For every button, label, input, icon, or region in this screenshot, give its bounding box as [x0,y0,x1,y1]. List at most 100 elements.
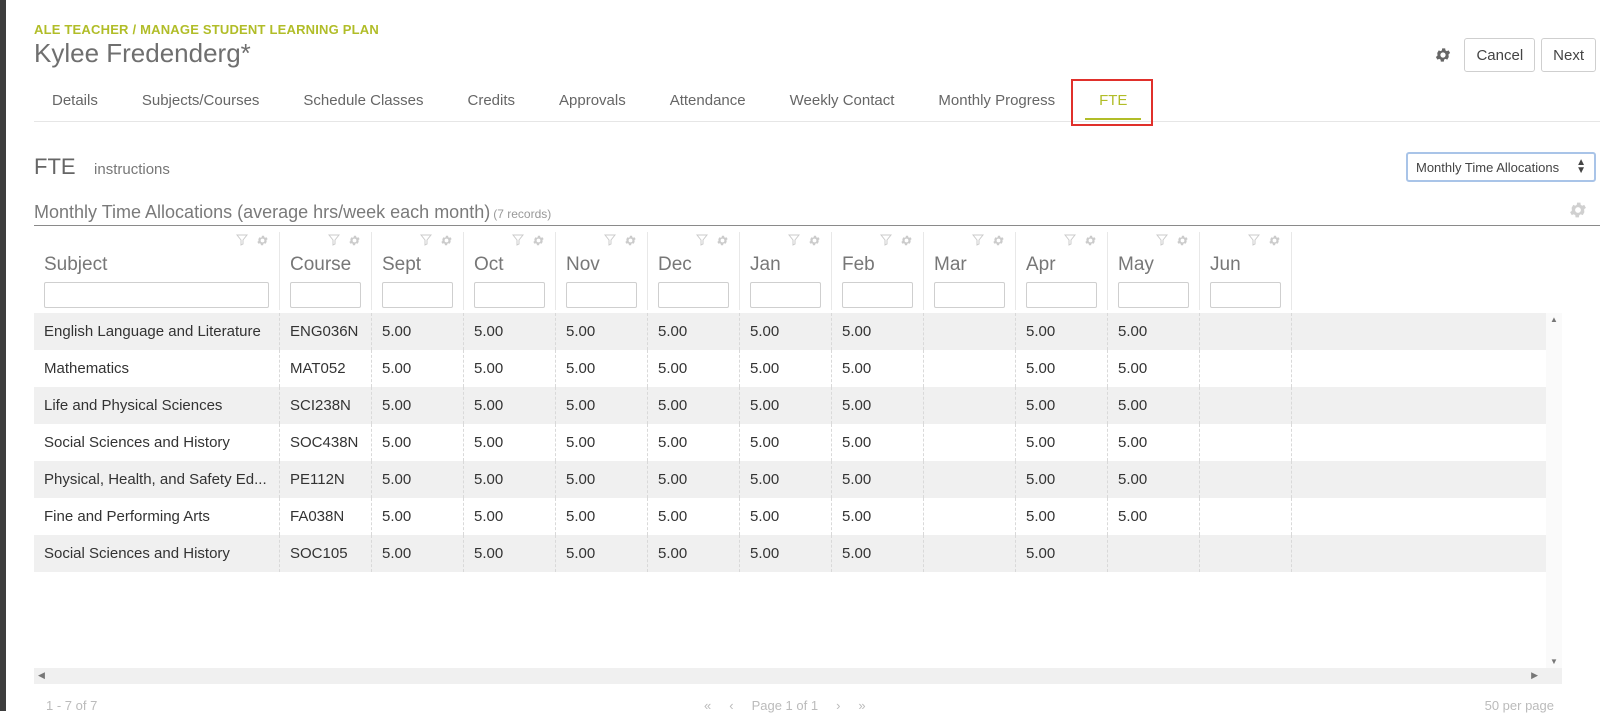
scroll-right-icon[interactable]: ▶ [1531,670,1538,681]
tab-weekly-contact[interactable]: Weekly Contact [768,82,917,122]
tab-fte[interactable]: FTE [1071,79,1154,126]
horizontal-scrollbar[interactable]: ◀ ▶ [34,668,1562,684]
column-header-oct[interactable]: Oct [464,232,556,310]
breadcrumb[interactable]: ALE TEACHER / MANAGE STUDENT LEARNING PL… [34,22,379,37]
column-filter-input[interactable] [934,282,1005,308]
column-header-jan[interactable]: Jan [740,232,832,310]
column-tools [788,234,821,247]
instructions-link[interactable]: instructions [94,161,170,178]
tab-details[interactable]: Details [34,82,120,122]
grid-footer: 1 - 7 of 7 « ‹ Page 1 of 1 › » 50 per pa… [34,698,1564,713]
column-header-subject[interactable]: Subject [34,232,280,310]
cell-sept: 5.00 [372,424,464,461]
gear-icon[interactable] [1268,234,1281,247]
column-filter-input[interactable] [44,282,269,308]
tab-credits[interactable]: Credits [446,82,538,122]
column-filter-input[interactable] [1026,282,1097,308]
column-header-dec[interactable]: Dec [648,232,740,310]
gear-icon[interactable] [532,234,545,247]
tab-monthly-progress[interactable]: Monthly Progress [916,82,1077,122]
column-header-sept[interactable]: Sept [372,232,464,310]
tab-bar: Details Subjects/Courses Schedule Classe… [34,79,1600,126]
filter-icon[interactable] [1156,234,1168,246]
tab-schedule-classes[interactable]: Schedule Classes [281,82,445,122]
column-header-may[interactable]: May [1108,232,1200,310]
cell-dec: 5.00 [648,461,740,498]
table-row[interactable]: Physical, Health, and Safety Ed... PE112N… [34,461,1546,498]
select-arrows-icon: ▲ ▼ [1576,157,1586,176]
column-filter-input[interactable] [1118,282,1189,308]
column-filter-input[interactable] [1210,282,1281,308]
gear-icon[interactable] [1084,234,1097,247]
cancel-button[interactable]: Cancel [1464,38,1536,72]
view-select[interactable]: Monthly Time Allocations ▲ ▼ [1406,152,1596,182]
cell-sept: 5.00 [372,350,464,387]
filter-icon[interactable] [512,234,524,246]
table-row[interactable]: English Language and Literature ENG036N 5.… [34,313,1546,350]
vertical-scrollbar[interactable]: ▲ ▼ [1546,313,1562,668]
table-row[interactable]: Social Sciences and History SOC438N 5.00 5.… [34,424,1546,461]
column-header-mar[interactable]: Mar [924,232,1016,310]
column-header-course[interactable]: Course [280,232,372,310]
filter-icon[interactable] [1248,234,1260,246]
grid-body: English Language and Literature ENG036N 5.… [34,313,1546,572]
filter-icon[interactable] [788,234,800,246]
column-filter-input[interactable] [382,282,453,308]
filter-icon[interactable] [972,234,984,246]
column-filter-input[interactable] [842,282,913,308]
top-actions: Cancel Next [1432,38,1596,72]
highlight-box [1071,79,1154,126]
filter-icon[interactable] [1064,234,1076,246]
column-header-apr[interactable]: Apr [1016,232,1108,310]
gear-icon[interactable] [992,234,1005,247]
column-filter-input[interactable] [658,282,729,308]
column-header-nov[interactable]: Nov [556,232,648,310]
cell-apr: 5.00 [1016,535,1108,572]
column-filter-input[interactable] [750,282,821,308]
scroll-left-icon[interactable]: ◀ [38,670,45,681]
gear-icon[interactable] [900,234,913,247]
table-row[interactable]: Mathematics MAT052 5.00 5.00 5.00 5.00 5.00 5.0… [34,350,1546,387]
cell-subject: English Language and Literature [34,313,280,350]
gear-icon[interactable] [808,234,821,247]
filter-icon[interactable] [696,234,708,246]
filter-icon[interactable] [420,234,432,246]
cell-apr: 5.00 [1016,498,1108,535]
scroll-up-icon[interactable]: ▲ [1550,315,1558,324]
gear-icon[interactable] [1176,234,1189,247]
column-label: Apr [1026,254,1056,275]
tab-attendance[interactable]: Attendance [648,82,768,122]
gear-icon[interactable] [440,234,453,247]
tab-label: Weekly Contact [789,92,895,109]
next-button[interactable]: Next [1541,38,1596,72]
cell-nov: 5.00 [556,461,648,498]
gear-icon[interactable] [256,234,269,247]
tab-approvals[interactable]: Approvals [537,82,648,122]
filter-icon[interactable] [604,234,616,246]
gear-icon[interactable] [624,234,637,247]
column-header-jun[interactable]: Jun [1200,232,1292,310]
cell-jun [1200,498,1292,535]
gear-icon[interactable] [716,234,729,247]
grid-settings-button[interactable] [1568,200,1588,225]
settings-button[interactable] [1432,44,1454,66]
cell-subject: Physical, Health, and Safety Ed... [34,461,280,498]
gear-icon[interactable] [348,234,361,247]
column-tools [328,234,361,247]
table-row[interactable]: Social Sciences and History SOC105 5.00 5.0… [34,535,1546,572]
column-filter-input[interactable] [566,282,637,308]
table-row[interactable]: Life and Physical Sciences SCI238N 5.00 5.0… [34,387,1546,424]
column-header-feb[interactable]: Feb [832,232,924,310]
cell-apr: 5.00 [1016,424,1108,461]
scroll-down-icon[interactable]: ▼ [1550,657,1558,666]
column-filter-input[interactable] [290,282,361,308]
tab-subjects-courses[interactable]: Subjects/Courses [120,82,282,122]
filter-icon[interactable] [880,234,892,246]
filter-icon[interactable] [236,234,248,246]
column-label: May [1118,254,1154,275]
cell-jun [1200,387,1292,424]
cell-apr: 5.00 [1016,387,1108,424]
filter-icon[interactable] [328,234,340,246]
table-row[interactable]: Fine and Performing Arts FA038N 5.00 5.00 5.… [34,498,1546,535]
column-filter-input[interactable] [474,282,545,308]
